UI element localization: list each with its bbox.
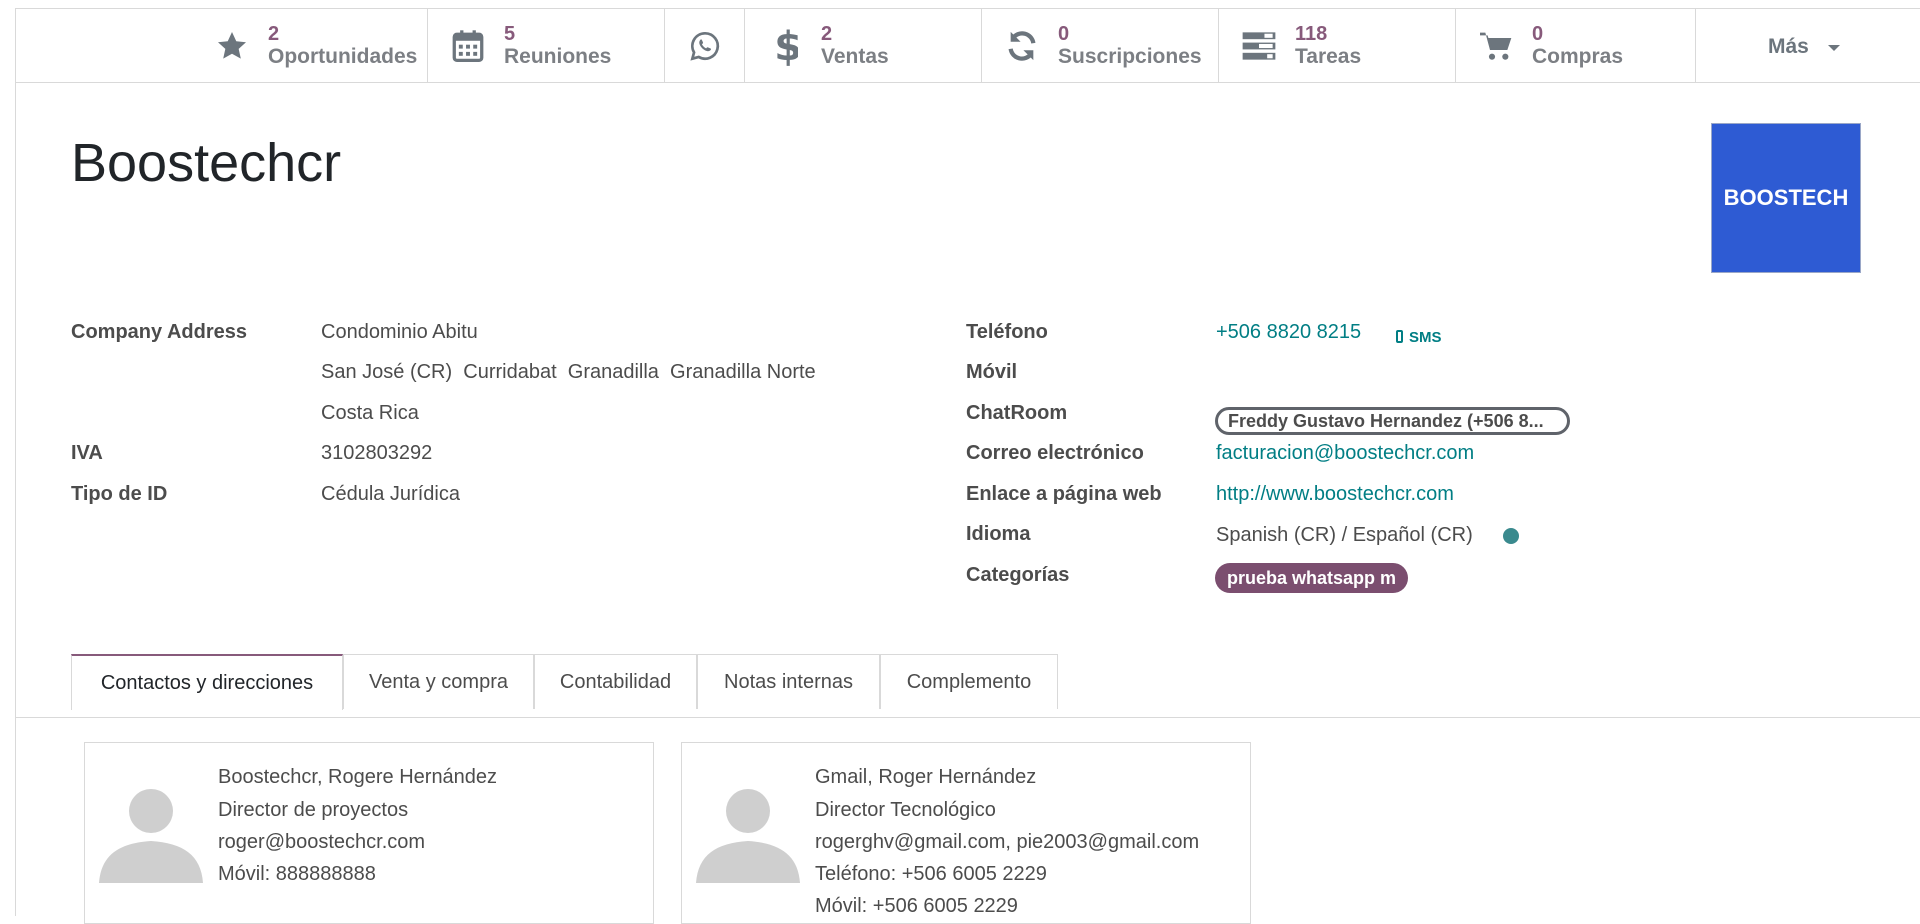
idtype-label: Tipo de ID: [71, 483, 168, 505]
tasks-icon: [1240, 29, 1278, 63]
contact-name: Gmail, Roger Hernández: [815, 766, 1037, 788]
sms-label: SMS: [1409, 329, 1442, 346]
contact-job: Director de proyectos: [218, 799, 409, 821]
language-label: Idioma: [966, 523, 1031, 545]
tab-contacts[interactable]: Contactos y direcciones: [71, 654, 343, 710]
address-line3[interactable]: Costa Rica: [321, 402, 419, 425]
phone-label: Teléfono: [966, 321, 1048, 343]
tab-accounting[interactable]: Contabilidad: [534, 654, 697, 709]
phone-value[interactable]: +506 8820 8215: [1216, 321, 1361, 344]
tab-internal-notes[interactable]: Notas internas: [697, 654, 880, 709]
dollar-icon: $: [766, 26, 804, 66]
opportunities-button[interactable]: 2 Oportunidades: [192, 9, 428, 82]
meetings-label: Reuniones: [504, 45, 612, 68]
calendar-icon: [449, 29, 487, 63]
contact-email[interactable]: rogerghv@gmail.com, pie2003@gmail.com: [815, 831, 1199, 854]
contact-email[interactable]: roger@boostechcr.com: [218, 831, 425, 854]
logo-text: BOOSTECH: [1723, 185, 1849, 210]
sms-button[interactable]: SMS: [1396, 329, 1442, 346]
language-value[interactable]: Spanish (CR) / Español (CR): [1216, 524, 1473, 547]
sales-button[interactable]: $ 2 Ventas: [745, 9, 982, 82]
meetings-button[interactable]: 5 Reuniones: [428, 9, 665, 82]
purchases-button[interactable]: 0 Compras: [1456, 9, 1696, 82]
categories-label: Categorías: [966, 564, 1070, 586]
tasks-label: Tareas: [1295, 45, 1362, 68]
notebook-tabs: Contactos y direcciones Venta y compra C…: [16, 654, 1920, 718]
subscriptions-button[interactable]: 0 Suscripciones: [982, 9, 1219, 82]
contact-card[interactable]: Boostechcr, Rogere Hernández Director de…: [84, 742, 654, 924]
whatsapp-button[interactable]: [665, 9, 745, 82]
company-logo[interactable]: BOOSTECH: [1711, 123, 1861, 273]
chatroom-tag[interactable]: Freddy Gustavo Hernandez (+506 8...: [1215, 407, 1570, 435]
address-line2[interactable]: San José (CR) Curridabat Granadilla Gran…: [321, 361, 816, 384]
purchases-label: Compras: [1532, 45, 1624, 68]
contact-card[interactable]: Gmail, Roger Hernández Director Tecnológ…: [681, 742, 1251, 924]
contact-mobile: Móvil: 888888888: [218, 863, 376, 885]
website-label: Enlace a página web: [966, 483, 1162, 505]
email-value[interactable]: facturacion@boostechcr.com: [1216, 442, 1474, 465]
sales-label: Ventas: [821, 45, 889, 68]
contact-job: Director Tecnológico: [815, 799, 996, 821]
subscriptions-label: Suscripciones: [1058, 45, 1202, 68]
vat-label: IVA: [71, 442, 103, 464]
tab-sales-purchase[interactable]: Venta y compra: [343, 654, 534, 709]
chevron-down-icon: [1828, 45, 1840, 51]
smart-buttons-bar: 2 Oportunidades 5 Reuniones $ 2: [16, 9, 1920, 83]
purchases-count: 0: [1532, 23, 1544, 45]
cart-icon: [1477, 29, 1515, 63]
idtype-value[interactable]: Cédula Jurídica: [321, 483, 460, 506]
sales-count: 2: [821, 23, 833, 45]
avatar-placeholder-icon: [99, 789, 203, 883]
globe-icon[interactable]: [1503, 528, 1519, 544]
whatsapp-icon: [686, 29, 724, 63]
address-label: Company Address: [71, 321, 247, 343]
partner-name[interactable]: Boostechcr: [71, 132, 341, 194]
more-button[interactable]: Más: [1696, 9, 1920, 82]
email-label: Correo electrónico: [966, 442, 1144, 464]
avatar-placeholder-icon: [696, 789, 800, 883]
mobile-label: Móvil: [966, 361, 1018, 383]
contact-phone: Teléfono: +506 6005 2229: [815, 863, 1047, 885]
partner-form-sheet: 2 Oportunidades 5 Reuniones $ 2: [15, 8, 1920, 924]
chatroom-label: ChatRoom: [966, 402, 1068, 424]
opportunities-label: Oportunidades: [268, 45, 418, 68]
tab-complement[interactable]: Complemento: [880, 654, 1058, 709]
mobile-phone-icon: [1396, 330, 1403, 343]
category-tag[interactable]: prueba whatsapp m: [1215, 563, 1409, 593]
address-line1[interactable]: Condominio Abitu: [321, 321, 478, 344]
website-value[interactable]: http://www.boostechcr.com: [1216, 483, 1454, 506]
more-label: Más: [1768, 35, 1809, 58]
tasks-count: 118: [1295, 23, 1328, 45]
svg-text:$: $: [774, 26, 798, 66]
vat-value[interactable]: 3102803292: [321, 442, 432, 465]
opportunities-count: 2: [268, 23, 280, 45]
refresh-icon: [1003, 29, 1041, 63]
tasks-button[interactable]: 118 Tareas: [1219, 9, 1456, 82]
subscriptions-count: 0: [1058, 23, 1070, 45]
meetings-count: 5: [504, 23, 516, 45]
star-icon: [213, 29, 251, 63]
contact-name: Boostechcr, Rogere Hernández: [218, 766, 498, 788]
